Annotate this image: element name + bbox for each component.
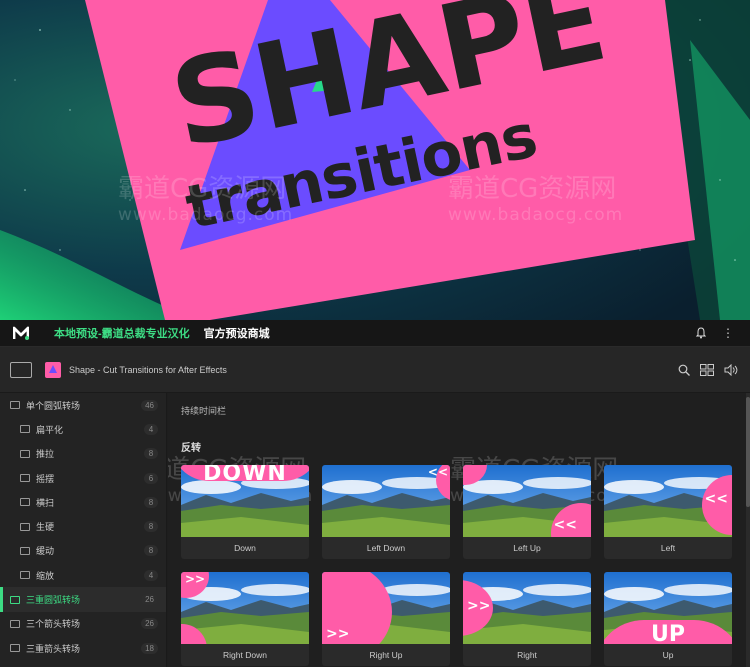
tab-local-presets[interactable]: 本地预设-霸道总裁专业汉化 — [54, 325, 190, 341]
thumbnail-overlay-text: >> — [185, 572, 206, 586]
search-icon[interactable] — [678, 364, 690, 376]
item-count-badge: 8 — [144, 545, 158, 557]
bell-icon[interactable] — [696, 327, 706, 339]
top-nav: 本地预设-霸道总裁专业汉化 官方预设商城 ⋮ — [0, 320, 750, 347]
tab-official-store[interactable]: 官方预设商城 — [204, 325, 270, 341]
thumbnail-overlay-text: >> — [326, 626, 350, 642]
breadcrumb: Shape - Cut Transitions for After Effect… — [0, 347, 750, 393]
view-controls — [678, 363, 738, 376]
sidebar-item-label: 缩放 — [36, 570, 55, 581]
sidebar-item-label: 三重圆弧转场 — [26, 595, 81, 606]
preset-caption: Down — [234, 543, 256, 553]
sidebar-item-label: 三个箭头转场 — [26, 619, 81, 630]
preset-thumbnail: << — [604, 465, 732, 537]
thumbnail-overlay-text: << — [704, 491, 728, 507]
folder-icon — [20, 474, 30, 483]
item-count-badge: 18 — [141, 642, 158, 654]
folder-icon — [10, 401, 20, 410]
sidebar-item-label: 推拉 — [36, 449, 55, 460]
preset-thumbnail: >> — [463, 572, 591, 644]
preset-caption: Right Down — [223, 650, 267, 660]
sidebar-item-label: 缓动 — [36, 546, 55, 557]
preset-card[interactable]: DOWN Down — [181, 465, 309, 559]
preset-card[interactable]: >> Right — [463, 572, 591, 666]
sidebar-item-label: 横扫 — [36, 497, 55, 508]
item-count-badge: 6 — [144, 472, 158, 484]
more-menu-icon[interactable]: ⋮ — [722, 327, 734, 339]
item-count-badge: 8 — [144, 448, 158, 460]
sidebar-item[interactable]: 缩放 4 — [0, 563, 166, 587]
folder-icon — [10, 644, 20, 653]
item-count-badge: 8 — [144, 521, 158, 533]
folder-icon — [20, 571, 30, 580]
preset-card[interactable]: << Left — [604, 465, 732, 559]
thumbnail-overlay-text: UP — [651, 622, 685, 644]
item-count-badge: 26 — [141, 618, 158, 630]
preset-grid: 持续时间栏 反转 霸道CG资源网 www.badaocg.com 霸道CG资源网… — [168, 393, 750, 667]
thumbnail-overlay-text: DOWN — [203, 465, 287, 486]
preset-thumbnail: << — [463, 465, 591, 537]
item-count-badge: 8 — [144, 496, 158, 508]
preset-caption: Right — [517, 650, 537, 660]
thumbnail-overlay-text: << — [553, 517, 577, 533]
volume-icon[interactable] — [724, 363, 738, 376]
thumbnail-overlay-text: << — [427, 465, 448, 479]
preset-thumbnail: UP — [604, 572, 732, 644]
sidebar-item-label: 单个圆弧转场 — [26, 400, 81, 411]
item-count-badge: 4 — [144, 423, 158, 435]
preset-card[interactable]: UP Up — [604, 572, 732, 666]
preset-card[interactable]: >> Right Down — [181, 572, 309, 666]
grid-view-icon[interactable] — [700, 363, 714, 376]
folder-icon — [10, 595, 20, 604]
preset-caption: Left Down — [366, 543, 406, 553]
sidebar-item-label: 生硬 — [36, 522, 55, 533]
sidebar-item[interactable]: 摇摆 6 — [0, 466, 166, 490]
sidebar-item[interactable]: 单个圆弧转场 46 — [0, 393, 166, 417]
sidebar-item[interactable]: 缓动 8 — [0, 539, 166, 563]
folder-icon — [10, 619, 20, 628]
folder-icon — [20, 498, 30, 507]
item-count-badge: 46 — [141, 399, 158, 411]
sidebar-item-label: 三重箭头转场 — [26, 643, 81, 654]
preset-thumbnail: >> — [181, 572, 309, 644]
sidebar-item-label: 摇摆 — [36, 473, 55, 484]
folder-icon — [20, 425, 30, 434]
item-count-badge: 4 — [144, 569, 158, 581]
sidebar-item-label: 扁平化 — [36, 424, 64, 435]
folder-icon — [20, 522, 30, 531]
sidebar-item[interactable]: 三个箭头转场 26 — [0, 612, 166, 636]
hero-banner: SHAPE transitions 霸道CG资源网 www.badaocg.co… — [0, 0, 750, 320]
sidebar-item[interactable]: 推拉 8 — [0, 442, 166, 466]
sidebar-item[interactable]: 横扫 8 — [0, 490, 166, 514]
scrollbar[interactable] — [746, 393, 750, 667]
preset-caption: Left Up — [513, 543, 541, 553]
preset-caption: Left — [660, 543, 676, 553]
preset-thumbnail: DOWN — [181, 465, 309, 537]
preset-caption: Right Up — [369, 650, 403, 660]
sidebar-item[interactable]: 生硬 8 — [0, 514, 166, 538]
preset-card[interactable]: >> Right Up — [322, 572, 450, 666]
preset-thumbnail: << — [322, 465, 450, 537]
preset-thumbnail: >> — [322, 572, 450, 644]
folder-icon — [20, 546, 30, 555]
preset-card[interactable]: << Left Down — [322, 465, 450, 559]
folder-icon — [20, 449, 30, 458]
pack-name: Shape - Cut Transitions for After Effect… — [69, 364, 227, 375]
preset-card[interactable]: << Left Up — [463, 465, 591, 559]
preset-caption: Up — [662, 650, 674, 660]
pack-thumbnail — [45, 361, 61, 378]
thumbnail-overlay-text: >> — [467, 598, 491, 614]
section-title: 反转 — [181, 443, 201, 454]
nav-actions: ⋮ — [696, 327, 734, 339]
sidebar-item[interactable]: 三重箭头转场 18 — [0, 636, 166, 660]
app-logo-icon[interactable] — [13, 326, 29, 340]
sidebar-item[interactable]: 扁平化 4 — [0, 417, 166, 441]
sidebar-item[interactable]: 三重圆弧转场 26 — [0, 587, 166, 612]
category-sidebar: 单个圆弧转场 46 扁平化 4 推拉 8 摇摆 6 横扫 8 生硬 8 缓动 8 缩放 4 三重圆弧转场 26 三个… — [0, 393, 167, 667]
folder-icon[interactable] — [10, 361, 32, 378]
item-count-badge: 26 — [141, 594, 158, 606]
timeline-label: 持续时间栏 — [181, 406, 227, 416]
